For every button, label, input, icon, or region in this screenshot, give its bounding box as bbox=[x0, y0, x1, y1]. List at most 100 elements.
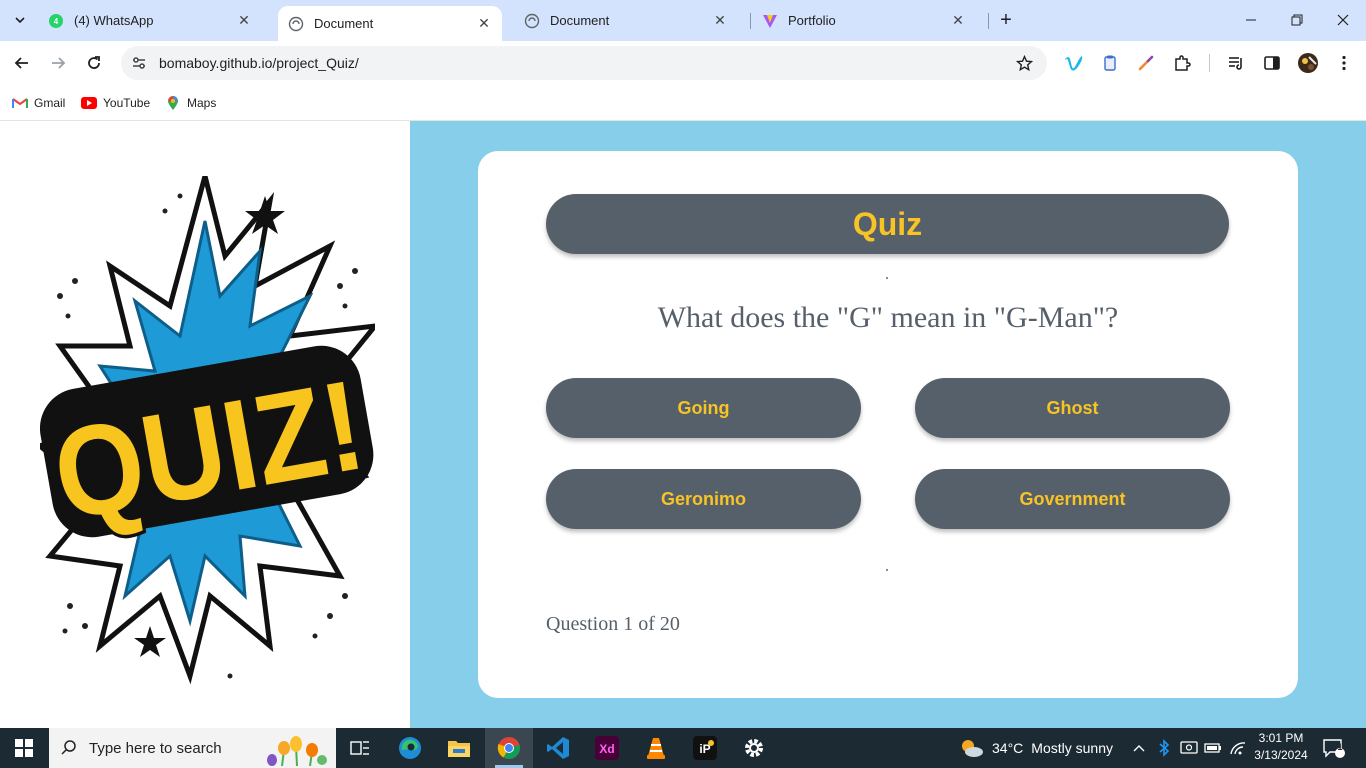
svg-text:Xd: Xd bbox=[599, 742, 614, 756]
display-icon[interactable] bbox=[1180, 728, 1198, 768]
battery-icon[interactable] bbox=[1204, 728, 1222, 768]
vlc-icon[interactable] bbox=[632, 728, 680, 768]
weather-temp: 34°C bbox=[992, 740, 1024, 756]
close-icon[interactable]: ✕ bbox=[476, 15, 492, 32]
ipe-icon[interactable]: iP bbox=[681, 728, 729, 768]
bookmark-youtube[interactable]: YouTube bbox=[81, 92, 150, 114]
tab-document[interactable]: Document ✕ bbox=[514, 6, 738, 35]
settings-icon[interactable] bbox=[730, 728, 778, 768]
browser-toolbar: bomaboy.github.io/project_Quiz/ bbox=[0, 41, 1366, 85]
media-controls-icon[interactable] bbox=[1224, 51, 1248, 75]
search-icon bbox=[49, 739, 89, 757]
show-hidden-icons-button[interactable] bbox=[1132, 728, 1146, 768]
chevron-up-icon bbox=[1133, 745, 1145, 752]
forward-button[interactable] bbox=[44, 49, 72, 77]
question-text: What does the "G" mean in "G-Man"? bbox=[657, 301, 1119, 334]
clipboard-extension-icon[interactable] bbox=[1098, 51, 1122, 75]
vite-icon bbox=[762, 13, 778, 29]
decorative-dot bbox=[886, 277, 888, 279]
answer-button-3[interactable]: Geronimo bbox=[546, 469, 861, 529]
bookmark-label: YouTube bbox=[103, 96, 151, 110]
color-picker-extension-icon[interactable] bbox=[1134, 51, 1158, 75]
tab-search-button[interactable] bbox=[6, 7, 34, 33]
bluetooth-icon[interactable] bbox=[1158, 728, 1170, 768]
reload-icon bbox=[88, 56, 100, 69]
decorative-dot bbox=[886, 569, 888, 571]
arrow-right-icon bbox=[52, 57, 66, 69]
svg-text:4: 4 bbox=[54, 17, 59, 26]
restore-button[interactable] bbox=[1274, 0, 1320, 40]
partly-sunny-icon bbox=[962, 740, 983, 757]
left-panel: QUIZ! bbox=[0, 121, 410, 728]
clock-date: 3/13/2024 bbox=[1254, 748, 1308, 762]
globe-icon bbox=[288, 16, 304, 32]
gmail-icon bbox=[12, 95, 28, 111]
notification-center-button[interactable]: 1 bbox=[1322, 728, 1346, 768]
close-icon[interactable]: ✕ bbox=[950, 12, 966, 29]
site-info-icon[interactable] bbox=[124, 48, 154, 78]
bookmark-label: Maps bbox=[187, 96, 217, 110]
close-icon[interactable]: ✕ bbox=[712, 12, 728, 29]
arrow-left-icon bbox=[14, 57, 28, 69]
windows-logo-icon bbox=[15, 739, 33, 757]
plus-icon: + bbox=[1000, 8, 1012, 31]
page-content: QUIZ! Quiz What does the "G" mean in "G-… bbox=[0, 121, 1366, 728]
reload-button[interactable] bbox=[80, 49, 108, 77]
answer-button-1[interactable]: Going bbox=[546, 378, 861, 438]
windows-taskbar: Type here to search Xd iP 34°C Mostly su… bbox=[0, 728, 1366, 768]
quiz-card: Quiz What does the "G" mean in "G-Man"? … bbox=[478, 151, 1298, 698]
question-progress: Question 1 of 20 bbox=[546, 613, 680, 635]
close-icon[interactable]: ✕ bbox=[236, 12, 252, 29]
edge-icon[interactable] bbox=[386, 728, 434, 768]
clock-time: 3:01 PM bbox=[1258, 731, 1304, 745]
tab-portfolio[interactable]: Portfolio ✕ bbox=[752, 6, 976, 35]
extensions-puzzle-icon[interactable] bbox=[1170, 51, 1194, 75]
address-bar[interactable]: bomaboy.github.io/project_Quiz/ bbox=[121, 46, 1047, 80]
answer-button-4[interactable]: Government bbox=[915, 469, 1230, 529]
close-window-button[interactable] bbox=[1320, 0, 1366, 40]
answer-button-2[interactable]: Ghost bbox=[915, 378, 1230, 438]
tab-separator bbox=[988, 13, 989, 29]
taskbar-search-box[interactable]: Type here to search bbox=[49, 728, 336, 768]
quiz-logo-image: QUIZ! bbox=[40, 176, 375, 685]
tab-title: Portfolio bbox=[788, 13, 836, 28]
youtube-icon bbox=[81, 95, 97, 111]
taskbar-clock[interactable]: 3:01 PM 3/13/2024 bbox=[1252, 730, 1310, 764]
vscode-icon[interactable] bbox=[534, 728, 582, 768]
globe-icon bbox=[524, 13, 540, 29]
quiz-title: Quiz bbox=[546, 194, 1229, 254]
chevron-down-icon bbox=[15, 17, 25, 24]
file-explorer-icon[interactable] bbox=[435, 728, 483, 768]
wifi-icon[interactable] bbox=[1229, 728, 1247, 768]
avatar[interactable] bbox=[1296, 51, 1320, 75]
side-panel-icon[interactable] bbox=[1260, 51, 1284, 75]
minimize-button[interactable] bbox=[1228, 0, 1274, 40]
url-text[interactable]: bomaboy.github.io/project_Quiz/ bbox=[159, 55, 1009, 71]
search-placeholder: Type here to search bbox=[89, 739, 222, 757]
back-button[interactable] bbox=[8, 49, 36, 77]
tulips-illustration-icon bbox=[267, 736, 327, 766]
tab-title: (4) WhatsApp bbox=[74, 13, 154, 28]
bookmark-label: Gmail bbox=[34, 96, 66, 110]
xd-icon[interactable]: Xd bbox=[583, 728, 631, 768]
bookmark-maps[interactable]: Maps bbox=[165, 92, 216, 114]
bookmark-star-icon[interactable] bbox=[1009, 54, 1039, 72]
tab-document-active[interactable]: Document ✕ bbox=[278, 6, 502, 41]
close-icon bbox=[1337, 14, 1349, 26]
vimeo-extension-icon[interactable] bbox=[1062, 51, 1086, 75]
tab-separator bbox=[750, 13, 751, 29]
notification-count: 1 bbox=[1337, 742, 1343, 752]
tab-title: Document bbox=[314, 16, 374, 31]
maps-icon bbox=[165, 95, 181, 111]
new-tab-button[interactable]: + bbox=[994, 8, 1018, 32]
tab-whatsapp[interactable]: 4 (4) WhatsApp ✕ bbox=[38, 6, 262, 35]
chrome-icon[interactable] bbox=[485, 728, 533, 768]
bookmark-gmail[interactable]: Gmail bbox=[12, 92, 65, 114]
minimize-icon bbox=[1246, 19, 1256, 21]
whatsapp-icon: 4 bbox=[48, 13, 64, 29]
menu-kebab-icon[interactable] bbox=[1332, 51, 1356, 75]
task-view-icon[interactable] bbox=[336, 728, 384, 768]
weather-widget[interactable]: 34°C Mostly sunny bbox=[958, 728, 1113, 768]
start-button[interactable] bbox=[0, 728, 48, 768]
tab-strip: 4 (4) WhatsApp ✕ Document ✕ Document ✕ P… bbox=[0, 0, 1366, 41]
